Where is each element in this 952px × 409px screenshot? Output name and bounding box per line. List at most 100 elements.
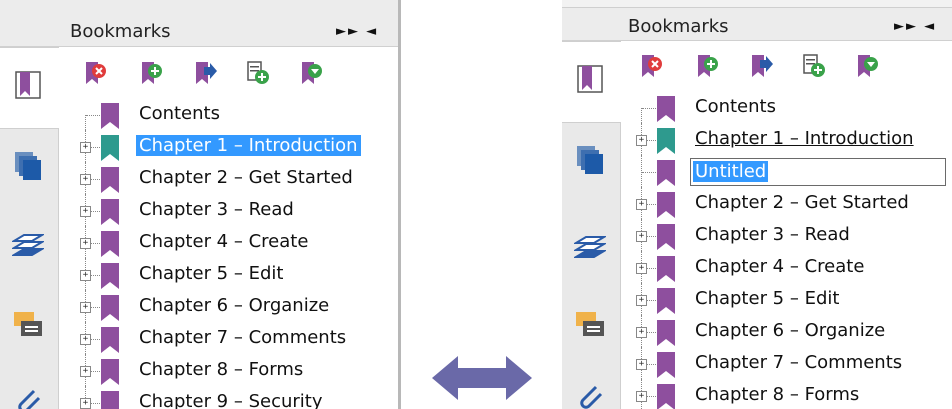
bookmark-icon [101,199,119,225]
new-bookmark-from-structure-icon[interactable] [244,60,270,86]
bookmark-label: Chapter 3 – Read [695,224,850,245]
double-arrow-icon [432,356,532,400]
bookmark-item[interactable]: + Chapter 8 – Forms [632,379,952,409]
bookmark-item[interactable]: + Chapter 9 – Security [76,386,396,409]
bookmarks-icon[interactable] [574,63,606,95]
bookmark-item[interactable]: + Chapter 8 – Forms [76,354,396,386]
attachments-icon[interactable] [574,381,606,409]
new-bookmark-from-structure-icon[interactable] [800,53,826,79]
bookmark-icon [101,359,119,385]
bookmark-icon [101,295,119,321]
bookmark-label: Chapter 8 – Forms [695,384,860,405]
bookmark-icon [657,256,675,282]
attachments-icon[interactable] [12,385,44,409]
new-bookmark-icon[interactable] [138,60,164,86]
bookmark-item[interactable]: + Chapter 2 – Get Started [632,187,952,219]
bookmark-icon [657,320,675,346]
pages-icon[interactable] [12,149,44,181]
bookmark-item[interactable]: + Chapter 5 – Edit [632,283,952,315]
bookmark-icon [101,231,119,257]
expand-icon[interactable]: + [636,231,647,242]
bookmark-item[interactable]: + Chapter 4 – Create [76,226,396,258]
bookmark-label: Chapter 4 – Create [139,231,309,252]
expand-icon[interactable]: + [636,295,647,306]
bookmark-item-contents[interactable]: Contents [76,98,396,130]
bookmarks-panel-before: Bookmarks ►► ◄ Contents + Chapter 1 – In… [0,0,401,409]
bookmark-label: Chapter 7 – Comments [139,327,347,348]
expand-icon[interactable]: + [80,206,91,217]
bookmark-item[interactable]: + Chapter 1 – Introduction [76,130,396,162]
bookmark-icon [101,327,119,353]
bookmark-icon [657,192,675,218]
expand-icon[interactable]: + [636,359,647,370]
collapse-panel-button[interactable]: ►► ◄ [336,24,378,39]
bookmark-icon [657,288,675,314]
expand-icon[interactable]: + [636,391,647,402]
pages-icon[interactable] [574,143,606,175]
bookmark-label: Chapter 4 – Create [695,256,865,277]
new-bookmark-icon[interactable] [694,53,720,79]
comments-icon[interactable] [574,309,606,341]
bookmark-rename-input[interactable]: Untitled [690,158,946,186]
bookmark-rename-value: Untitled [693,161,769,182]
expand-icon[interactable]: + [636,327,647,338]
bookmark-icon [657,96,675,122]
bookmark-icon [657,224,675,250]
bookmark-icon [101,391,119,409]
expand-icon[interactable]: + [80,366,91,377]
expand-icon[interactable]: + [80,398,91,409]
bookmark-options-icon[interactable] [298,60,324,86]
bookmark-icon [101,263,119,289]
bookmark-label-selected: Chapter 1 – Introduction [136,135,361,156]
bookmark-label: Chapter 2 – Get Started [695,192,909,213]
expand-icon[interactable]: + [636,263,647,274]
bookmark-label: Chapter 9 – Security [139,391,323,409]
expand-icon[interactable]: + [80,334,91,345]
layers-icon[interactable] [12,229,44,261]
bookmark-label: Chapter 5 – Edit [139,263,284,284]
delete-bookmark-icon[interactable] [638,53,664,79]
bookmark-item-new[interactable]: Untitled [632,155,952,187]
expand-bookmark-icon[interactable] [192,60,218,86]
bookmark-label: Contents [695,96,776,117]
delete-bookmark-icon[interactable] [82,60,108,86]
bookmark-options-icon[interactable] [854,53,880,79]
expand-bookmark-icon[interactable] [748,53,774,79]
panel-title: Bookmarks [628,16,729,37]
collapse-panel-button[interactable]: ►► ◄ [894,19,936,34]
bookmark-item[interactable]: + Chapter 4 – Create [632,251,952,283]
bookmark-icon [657,384,675,409]
panel-title: Bookmarks [70,21,171,42]
expand-icon[interactable]: + [80,174,91,185]
expand-icon[interactable]: + [80,270,91,281]
expand-icon[interactable]: + [80,142,91,153]
bookmark-item[interactable]: + Chapter 7 – Comments [76,322,396,354]
expand-icon[interactable]: + [636,199,647,210]
bookmark-icon [101,135,119,161]
bookmark-item[interactable]: + Chapter 3 – Read [76,194,396,226]
bookmark-item[interactable]: + Chapter 6 – Organize [632,315,952,347]
panel-header: Bookmarks ►► ◄ [0,0,398,47]
bookmark-label: Chapter 2 – Get Started [139,167,353,188]
bookmark-icon [101,167,119,193]
expand-icon[interactable]: + [636,135,647,146]
expand-icon[interactable]: + [80,302,91,313]
bookmarks-icon[interactable] [12,69,44,101]
bookmark-item[interactable]: + Chapter 2 – Get Started [76,162,396,194]
bookmark-item[interactable]: + Chapter 1 – Introduction [632,123,952,155]
bookmark-item[interactable]: + Chapter 7 – Comments [632,347,952,379]
bookmark-icon [657,160,675,186]
comments-icon[interactable] [12,309,44,341]
bookmark-item[interactable]: + Chapter 3 – Read [632,219,952,251]
bookmark-item[interactable]: + Chapter 6 – Organize [76,290,396,322]
bookmark-item[interactable]: + Chapter 5 – Edit [76,258,396,290]
bookmark-label: Chapter 1 – Introduction [695,128,914,149]
bookmark-label: Chapter 7 – Comments [695,352,903,373]
panel-header: Bookmarks ►► ◄ [562,0,952,41]
bookmark-label: Chapter 6 – Organize [139,295,330,316]
bookmark-item-contents[interactable]: Contents [632,91,952,123]
layers-icon[interactable] [574,231,606,263]
bookmark-label: Chapter 5 – Edit [695,288,840,309]
expand-icon[interactable]: + [80,238,91,249]
navigation-sidebar [562,41,621,409]
